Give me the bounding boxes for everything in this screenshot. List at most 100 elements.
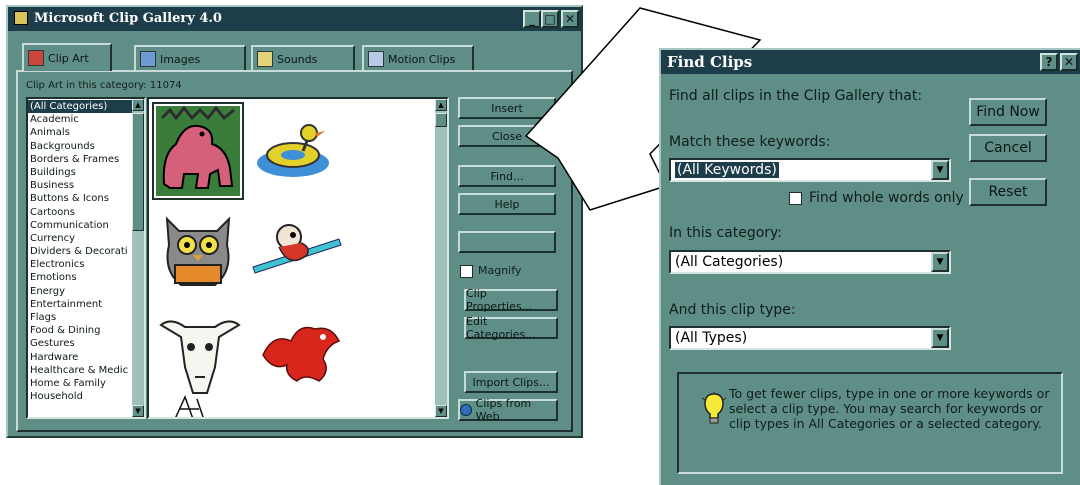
category-list-item[interactable]: Communication — [28, 219, 132, 232]
window-title: Microsoft Clip Gallery 4.0 — [34, 11, 222, 26]
clips-from-web-label: Clips from Web — [475, 397, 532, 423]
category-scrollbar[interactable]: ▲ ▼ — [132, 99, 144, 417]
diver-clip[interactable] — [249, 217, 345, 285]
magnify-checkbox[interactable] — [460, 265, 473, 278]
category-list-item[interactable]: Business — [28, 179, 132, 192]
help-button[interactable]: Help — [458, 193, 556, 215]
category-list-item[interactable]: Gestures — [28, 337, 132, 350]
bull-skull-clip[interactable] — [157, 307, 243, 401]
clip-preview-pane[interactable]: ▲ ▼ — [147, 97, 449, 419]
keywords-combobox[interactable]: (All Keywords) ▼ — [669, 158, 951, 182]
find-button[interactable]: Find... — [458, 165, 556, 187]
motion-clips-tab-icon — [368, 51, 384, 67]
find-intro-text: Find all clips in the Clip Gallery that: — [669, 88, 923, 104]
category-list-item[interactable]: Household — [28, 390, 132, 403]
sounds-tab-icon — [257, 51, 273, 67]
category-list-item[interactable]: Electronics — [28, 258, 132, 271]
dragon-clip[interactable] — [257, 315, 347, 391]
scroll-thumb[interactable] — [132, 113, 144, 231]
category-list-item[interactable]: Healthcare & Medic — [28, 364, 132, 377]
clip-type-value: (All Types) — [675, 330, 748, 346]
whole-words-label: Find whole words only — [809, 190, 964, 206]
category-list-item[interactable]: Entertainment — [28, 298, 132, 311]
clips-scroll-up-arrow-icon[interactable]: ▲ — [435, 99, 447, 111]
maximize-button[interactable]: □ — [541, 10, 559, 28]
lightbulb-icon — [701, 392, 727, 430]
find-clips-title: Find Clips — [667, 53, 753, 71]
minimize-button[interactable]: _ — [523, 10, 541, 28]
category-combobox[interactable]: (All Categories) ▼ — [669, 250, 951, 274]
blank-button[interactable] — [458, 231, 556, 253]
tab-images-label: Images — [160, 52, 201, 66]
category-list[interactable]: (All Categories) Academic Animals Backgroun… — [26, 97, 146, 419]
category-list-item[interactable]: Animals — [28, 126, 132, 139]
scroll-up-arrow-icon[interactable]: ▲ — [132, 99, 144, 111]
tab-images[interactable]: Images — [134, 45, 246, 71]
clips-scroll-down-arrow-icon[interactable]: ▼ — [435, 405, 447, 417]
clips-from-web-button[interactable]: Clips from Web — [458, 397, 558, 423]
edit-categories-button[interactable]: Edit Categories... — [464, 315, 558, 341]
tab-clip-art-label: Clip Art — [48, 51, 89, 65]
reset-button[interactable]: Reset — [969, 178, 1047, 206]
category-list-item[interactable]: Emotions — [28, 271, 132, 284]
cancel-button[interactable]: Cancel — [969, 134, 1047, 162]
images-tab-icon — [140, 51, 156, 67]
category-items: (All Categories) Academic Animals Backgroun… — [28, 100, 132, 403]
close-window-button[interactable]: ✕ — [561, 10, 579, 28]
owl-reading-clip[interactable] — [153, 205, 243, 297]
tab-motion-clips[interactable]: Motion Clips — [362, 45, 474, 71]
keywords-value: (All Keywords) — [675, 162, 779, 178]
clip-properties-button[interactable]: Clip Properties... — [464, 287, 558, 313]
clips-scrollbar[interactable]: ▲ ▼ — [435, 99, 447, 417]
clip-gallery-window: Microsoft Clip Gallery 4.0 _ □ ✕ Clip Ar… — [6, 5, 583, 438]
tab-sounds[interactable]: Sounds — [251, 45, 355, 71]
category-value: (All Categories) — [675, 254, 784, 270]
tab-sounds-label: Sounds — [277, 52, 318, 66]
keywords-label: Match these keywords: — [669, 134, 831, 150]
category-list-item[interactable]: Energy — [28, 285, 132, 298]
find-clips-dialog: Find Clips ? ✕ Find all clips in the Cli… — [659, 48, 1080, 485]
find-now-button[interactable]: Find Now — [969, 98, 1047, 126]
dinosaur-clip[interactable] — [152, 102, 244, 200]
category-list-item[interactable]: Buildings — [28, 166, 132, 179]
whole-words-checkbox[interactable] — [789, 192, 802, 205]
category-label: In this category: — [669, 225, 783, 241]
category-list-item[interactable]: Home & Family — [28, 377, 132, 390]
category-list-item[interactable]: Buttons & Icons — [28, 192, 132, 205]
tab-clip-art[interactable]: Clip Art — [22, 43, 112, 71]
clip-type-dropdown-arrow-icon[interactable]: ▼ — [931, 328, 949, 348]
category-list-item[interactable]: Flags — [28, 311, 132, 324]
clip-gallery-titlebar[interactable]: Microsoft Clip Gallery 4.0 _ □ ✕ — [8, 7, 581, 31]
clips-scroll-thumb[interactable] — [435, 113, 447, 127]
magnify-label: Magnify — [478, 264, 522, 277]
category-count-caption: Clip Art in this category: 11074 — [26, 80, 182, 91]
clip-art-tab-icon — [28, 50, 44, 66]
tab-motion-clips-label: Motion Clips — [388, 52, 456, 66]
category-list-item[interactable]: Cartoons — [28, 206, 132, 219]
category-list-item[interactable]: Borders & Frames — [28, 153, 132, 166]
insert-button[interactable]: Insert — [458, 97, 556, 119]
app-icon — [14, 11, 28, 25]
duck-float-clip[interactable] — [253, 113, 333, 187]
close-button[interactable]: Close — [458, 125, 556, 147]
find-clips-close-button[interactable]: ✕ — [1060, 53, 1078, 71]
clip-type-combobox[interactable]: (All Types) ▼ — [669, 326, 951, 350]
scroll-down-arrow-icon[interactable]: ▼ — [132, 405, 144, 417]
clip-type-label: And this clip type: — [669, 302, 796, 318]
import-clips-button[interactable]: Import Clips... — [464, 371, 558, 393]
category-list-item[interactable]: Food & Dining — [28, 324, 132, 337]
category-list-item[interactable]: Academic — [28, 113, 132, 126]
keywords-dropdown-arrow-icon[interactable]: ▼ — [931, 160, 949, 180]
category-list-item[interactable]: Dividers & Decorati — [28, 245, 132, 258]
category-list-item[interactable]: Currency — [28, 232, 132, 245]
find-clips-titlebar[interactable]: Find Clips ? ✕ — [661, 50, 1080, 74]
tip-box: To get fewer clips, type in one or more … — [677, 372, 1063, 474]
globe-icon — [460, 404, 472, 416]
tip-text: To get fewer clips, type in one or more … — [729, 386, 1050, 431]
small-figure-clip[interactable] — [169, 391, 209, 417]
help-question-button[interactable]: ? — [1040, 53, 1058, 71]
category-list-item[interactable]: (All Categories) — [28, 100, 132, 114]
category-list-item[interactable]: Backgrounds — [28, 140, 132, 153]
category-list-item[interactable]: Hardware — [28, 351, 132, 364]
category-dropdown-arrow-icon[interactable]: ▼ — [931, 252, 949, 272]
